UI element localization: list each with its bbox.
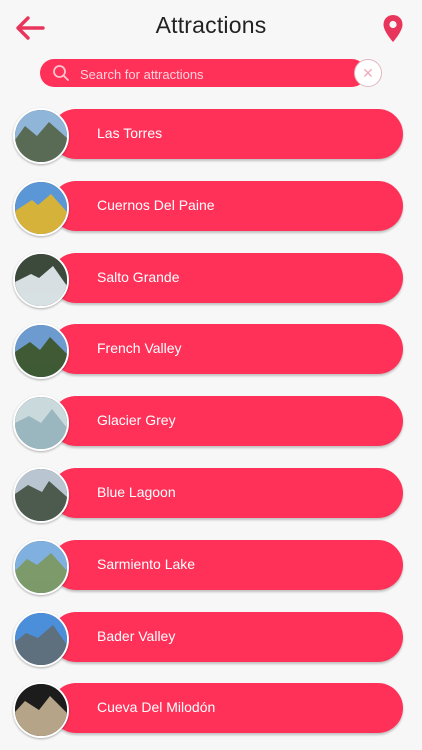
attraction-thumbnail xyxy=(13,323,69,380)
page-title: Attractions xyxy=(155,12,267,38)
location-button[interactable] xyxy=(382,14,404,44)
attraction-label: French Valley xyxy=(97,340,182,357)
attraction-item[interactable]: French Valley xyxy=(13,323,405,380)
attraction-label: Las Torres xyxy=(97,125,163,141)
attraction-thumbnail xyxy=(13,179,69,236)
attraction-thumbnail xyxy=(13,467,69,523)
attraction-item[interactable]: Bader Valley xyxy=(13,610,405,667)
map-pin-icon xyxy=(383,15,403,42)
attraction-label: Sarmiento Lake xyxy=(97,555,196,572)
search-bar: ✕ xyxy=(40,59,382,87)
attraction-item[interactable]: Sarmiento Lake xyxy=(13,538,405,595)
attraction-thumbnail xyxy=(13,108,69,164)
header: Attractions xyxy=(0,0,422,56)
attraction-item[interactable]: Las Torres xyxy=(13,108,405,164)
attraction-thumbnail xyxy=(13,538,69,595)
attraction-item[interactable]: Cuernos Del Paine xyxy=(13,179,405,236)
attraction-label: Blue Lagoon xyxy=(97,484,176,500)
attraction-label: Glacier Grey xyxy=(97,412,176,429)
attraction-label: Bader Valley xyxy=(97,627,176,644)
attraction-thumbnail xyxy=(13,610,69,667)
search-input[interactable] xyxy=(78,63,352,85)
search-icon xyxy=(53,65,69,81)
attraction-item[interactable]: Blue Lagoon xyxy=(13,467,405,523)
search-field-container xyxy=(40,59,366,87)
attraction-label: Cuernos Del Paine xyxy=(97,196,215,213)
clear-search-button[interactable]: ✕ xyxy=(354,59,382,87)
attraction-label: Salto Grande xyxy=(97,268,180,285)
attraction-label: Cueva Del Milodón xyxy=(97,699,216,716)
attraction-item[interactable]: Salto Grande xyxy=(13,251,405,308)
attraction-thumbnail xyxy=(13,395,69,452)
attraction-thumbnail xyxy=(13,682,69,739)
attraction-item[interactable]: Glacier Grey xyxy=(13,395,405,452)
close-icon: ✕ xyxy=(362,65,374,81)
attraction-thumbnail xyxy=(13,251,69,308)
attraction-item[interactable]: Cueva Del Milodón xyxy=(13,682,405,739)
